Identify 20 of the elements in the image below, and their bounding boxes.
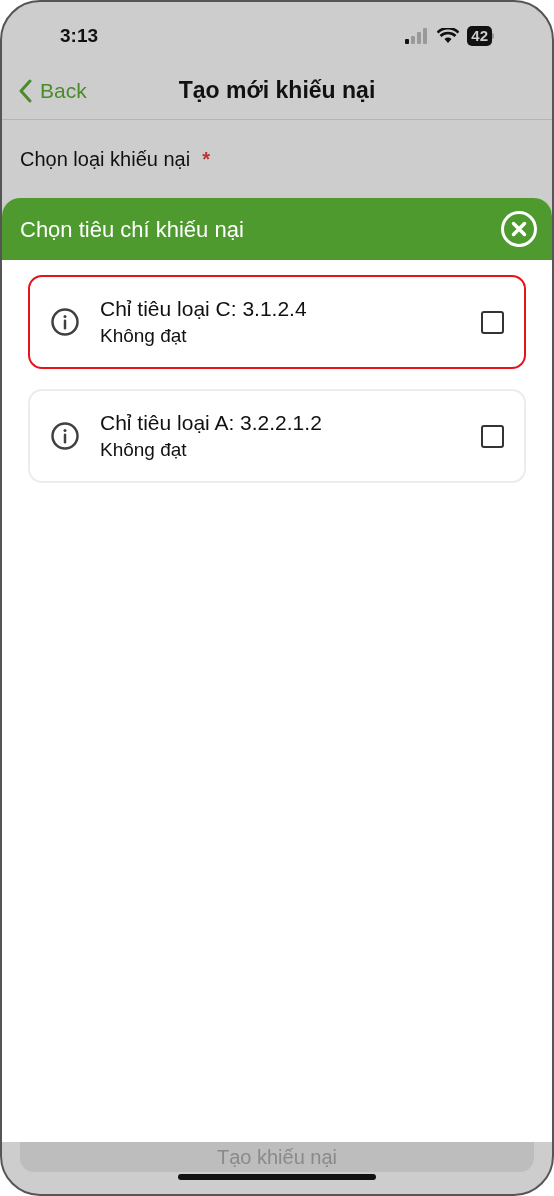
field-label: Chọn loại khiếu nại (20, 147, 191, 172)
criterion-status: Không đạt (100, 438, 188, 462)
battery-icon: 42 (467, 26, 494, 46)
criterion-status: Không đạt (100, 324, 188, 348)
criterion-title: Chỉ tiêu loại C: 3.1.2.4 (100, 296, 308, 322)
signal-icon (405, 28, 430, 44)
close-icon[interactable] (500, 210, 538, 248)
criterion-card[interactable]: Chỉ tiêu loại A: 3.2.2.1.2 Không đạt (28, 389, 526, 483)
page-title: Tạo mới khiếu nại (178, 76, 376, 106)
required-mark: * (202, 147, 210, 172)
sheet-title: Chọn tiêu chí khiếu nại (20, 215, 244, 244)
status-time: 3:13 (60, 23, 99, 48)
chevron-left-icon (18, 78, 32, 103)
info-icon[interactable] (50, 307, 80, 337)
checkbox[interactable] (481, 424, 504, 448)
wifi-icon (437, 28, 460, 44)
info-icon[interactable] (50, 421, 80, 451)
checkbox[interactable] (481, 310, 504, 334)
criterion-title: Chỉ tiêu loại A: 3.2.2.1.2 (100, 410, 323, 436)
criterion-card[interactable]: Chỉ tiêu loại C: 3.1.2.4 Không đạt (28, 275, 526, 369)
